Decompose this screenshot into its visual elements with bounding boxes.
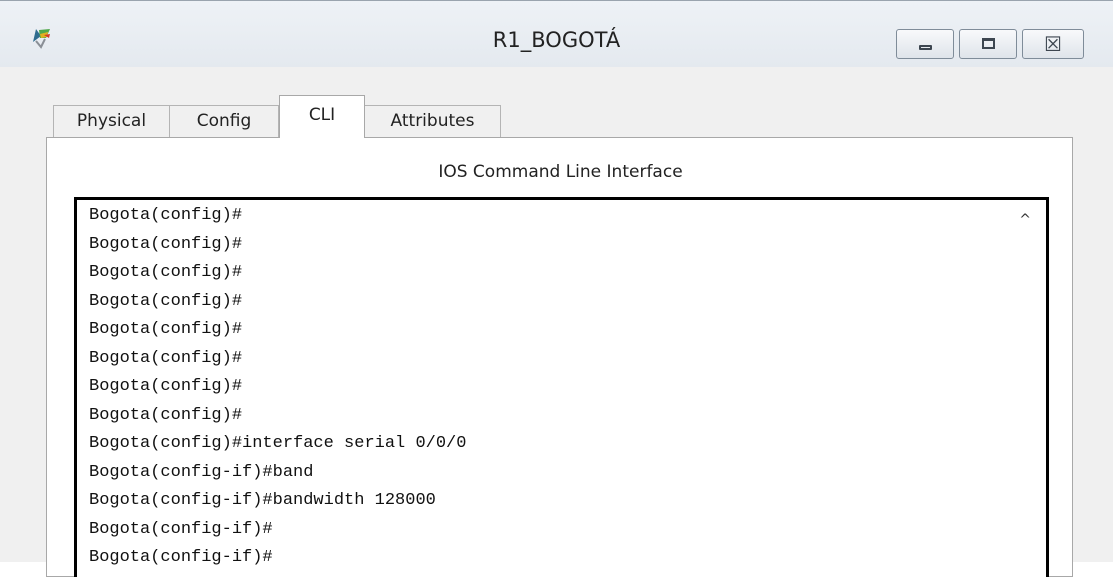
maximize-button[interactable] [959, 29, 1017, 59]
title-bar[interactable]: R1_BOGOTÁ ☒ [0, 1, 1113, 67]
close-button[interactable]: ☒ [1022, 29, 1084, 59]
maximize-icon [982, 38, 995, 49]
tab-cli[interactable]: CLI [279, 95, 365, 138]
terminal-line: Bogota(config)# [89, 349, 243, 368]
terminal-line: Bogota(config)# [89, 235, 243, 254]
scroll-up-arrow-icon[interactable]: ^ [1019, 212, 1031, 228]
cli-heading: IOS Command Line Interface [438, 162, 683, 182]
tab-config[interactable]: Config [169, 105, 279, 137]
terminal-line: Bogota(config-if)#band [89, 463, 314, 482]
terminal-line: Bogota(config)# [89, 377, 243, 396]
terminal-line: Bogota(config)#interface serial 0/0/0 [89, 434, 467, 453]
terminal-line: Bogota(config)# [89, 263, 243, 282]
tab-physical[interactable]: Physical [53, 105, 170, 137]
close-icon: ☒ [1044, 32, 1062, 56]
terminal-line: Bogota(config-if)# [89, 520, 273, 539]
terminal-line: Bogota(config)# [89, 320, 243, 339]
terminal-line: Bogota(config-if)#bandwidth 128000 [89, 491, 436, 510]
cli-terminal[interactable]: Bogota(config)# Bogota(config)# Bogota(c… [74, 197, 1049, 577]
minimize-button[interactable] [896, 29, 954, 59]
terminal-line: Bogota(config)# [89, 206, 243, 225]
cli-panel: IOS Command Line Interface Bogota(config… [46, 137, 1073, 577]
tab-attributes[interactable]: Attributes [364, 105, 501, 137]
terminal-line: Bogota(config)# [89, 406, 243, 425]
terminal-line: Bogota(config)# [89, 292, 243, 311]
minimize-icon [919, 45, 932, 50]
terminal-line: Bogota(config-if)# [89, 548, 273, 567]
router-window: R1_BOGOTÁ ☒ Physical Config CLI Attribut… [0, 0, 1113, 577]
